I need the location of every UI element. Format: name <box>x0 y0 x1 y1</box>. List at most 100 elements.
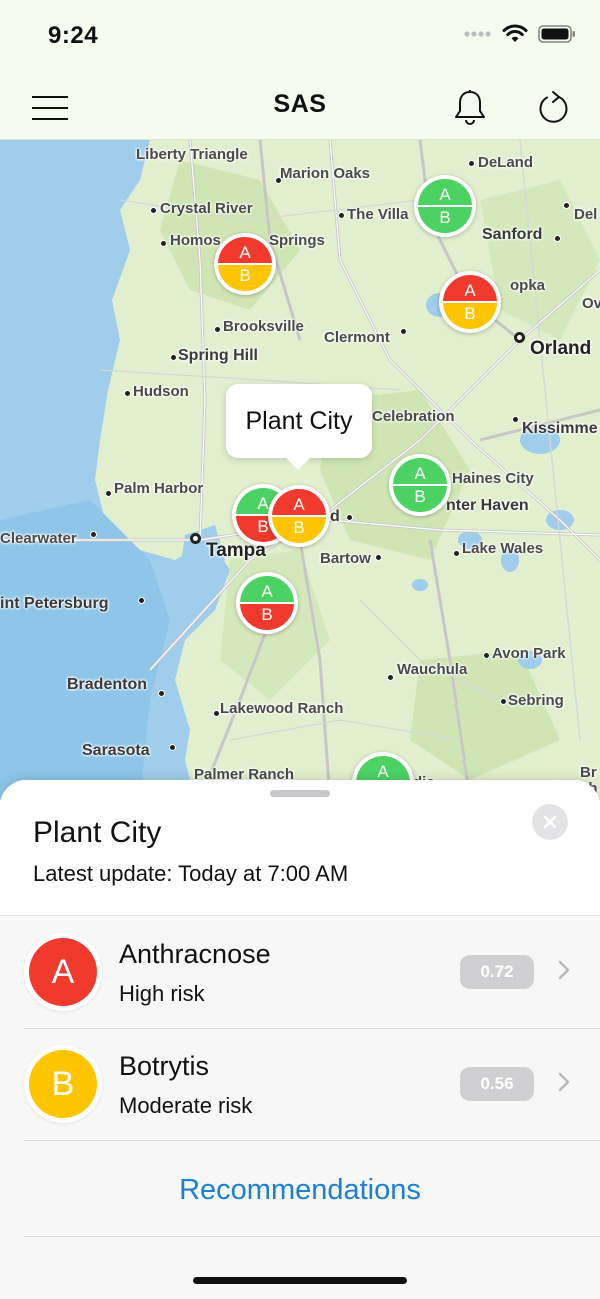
map-label: Lakewood Ranch <box>220 700 344 717</box>
divider <box>24 1140 600 1141</box>
marker-b-half: B <box>218 264 272 291</box>
map-label: Spring Hill <box>178 347 258 364</box>
map-label: Sarasota <box>82 742 150 759</box>
city-dot <box>375 554 382 561</box>
map-label: Ov <box>582 295 600 312</box>
marker-a-half: A <box>272 489 326 516</box>
city-dot <box>483 652 490 659</box>
sheet-grabber[interactable] <box>270 790 330 797</box>
risk-badge: B <box>24 1045 102 1123</box>
city-dot <box>338 212 345 219</box>
map-label: Del <box>574 206 598 223</box>
marker-b-half: B <box>240 603 294 630</box>
map-label: Clearwater <box>0 530 77 547</box>
marker-b-half: B <box>418 206 472 233</box>
city-dot <box>138 597 145 604</box>
map-label: Brooksville <box>223 318 304 335</box>
city-dot <box>500 698 507 705</box>
map-label: Sanford <box>482 226 543 243</box>
risk-marker-selected[interactable]: A B <box>268 485 330 547</box>
map-label: DeLand <box>478 154 534 171</box>
risk-marker[interactable]: A B <box>214 233 276 295</box>
marker-a-half: A <box>443 275 497 302</box>
map-view[interactable]: Liberty Triangle DeLand Marion Oaks Crys… <box>0 140 600 800</box>
city-dot <box>563 202 570 209</box>
city-dot <box>150 207 157 214</box>
map-label: Lake Wales <box>462 540 544 557</box>
close-button[interactable] <box>532 804 568 840</box>
map-label: Wauchula <box>397 661 468 678</box>
map-label: Springs <box>269 232 325 249</box>
refresh-icon <box>539 91 568 123</box>
map-label: Homos <box>170 232 221 249</box>
map-label: Clermont <box>324 329 390 346</box>
city-dot <box>275 177 282 184</box>
map-label: Bartow <box>320 550 371 567</box>
risk-row-anthracnose[interactable]: A Anthracnose High risk 0.72 <box>0 917 600 1029</box>
risk-marker[interactable]: A B <box>414 175 476 237</box>
status-icons <box>464 24 576 44</box>
navigation-bar: SAS <box>0 78 600 140</box>
map-label: Palm Harbor <box>114 480 204 497</box>
cellular-signal-icon <box>464 31 491 37</box>
close-icon <box>543 815 557 829</box>
location-detail-sheet: Plant City Latest update: Today at 7:00 … <box>0 780 600 1299</box>
location-callout[interactable]: Plant City <box>226 384 372 470</box>
risk-letter: B <box>29 1050 97 1118</box>
status-bar: 9:24 <box>0 0 600 78</box>
risk-level: High risk <box>119 981 205 1006</box>
city-dot <box>468 160 475 167</box>
major-city-dot <box>190 533 201 544</box>
map-label: Marion Oaks <box>280 165 371 182</box>
sheet-header: Plant City Latest update: Today at 7:00 … <box>0 780 600 916</box>
marker-a-half: A <box>218 237 272 264</box>
risk-name: Anthracnose <box>119 939 271 969</box>
city-dot <box>158 690 165 697</box>
status-time: 9:24 <box>48 22 99 49</box>
city-dot <box>213 710 220 717</box>
map-label: int Petersburg <box>0 595 109 612</box>
bell-icon <box>455 90 485 125</box>
risk-level: Moderate risk <box>119 1093 253 1118</box>
risk-marker[interactable]: A B <box>389 454 451 516</box>
city-dot <box>346 514 353 521</box>
marker-a-half: A <box>356 756 410 783</box>
map-label: Sebring <box>508 692 564 709</box>
risk-badge: A <box>24 933 102 1011</box>
risk-marker[interactable]: A B <box>439 271 501 333</box>
map-label: Haines City <box>452 470 534 487</box>
city-dot <box>214 326 221 333</box>
city-dot <box>170 354 177 361</box>
map-label: opka <box>510 277 546 294</box>
risk-marker[interactable]: A B <box>236 572 298 634</box>
map-label: Br <box>580 764 597 781</box>
marker-b-half: B <box>272 516 326 543</box>
refresh-button[interactable] <box>530 86 578 130</box>
chevron-right-icon <box>558 960 570 980</box>
map-label: Avon Park <box>492 645 566 662</box>
chevron-right-icon <box>558 1072 570 1092</box>
marker-b-half: B <box>393 485 447 512</box>
sheet-title: Plant City <box>33 816 162 849</box>
city-dot <box>105 490 112 497</box>
notifications-button[interactable] <box>446 86 494 130</box>
city-dot <box>387 674 394 681</box>
app-title: SAS <box>273 90 327 118</box>
city-dot <box>400 328 407 335</box>
map-label: Celebration <box>372 408 455 425</box>
home-indicator[interactable] <box>193 1277 407 1284</box>
risk-row-botrytis[interactable]: B Botrytis Moderate risk 0.56 <box>0 1029 600 1141</box>
divider <box>24 1236 600 1237</box>
wifi-icon <box>502 24 528 42</box>
risk-letter: A <box>29 938 97 1006</box>
map-label: Liberty Triangle <box>136 146 248 163</box>
marker-a-half: A <box>240 576 294 603</box>
map-label: Crystal River <box>160 200 253 217</box>
recommendations-button[interactable]: Recommendations <box>0 1150 600 1230</box>
major-city-dot <box>514 332 525 343</box>
city-dot <box>90 531 97 538</box>
map-label: The Villa <box>347 206 409 223</box>
marker-a-half: A <box>393 458 447 485</box>
map-label: nter Haven <box>446 497 529 514</box>
marker-a-half: A <box>418 179 472 206</box>
